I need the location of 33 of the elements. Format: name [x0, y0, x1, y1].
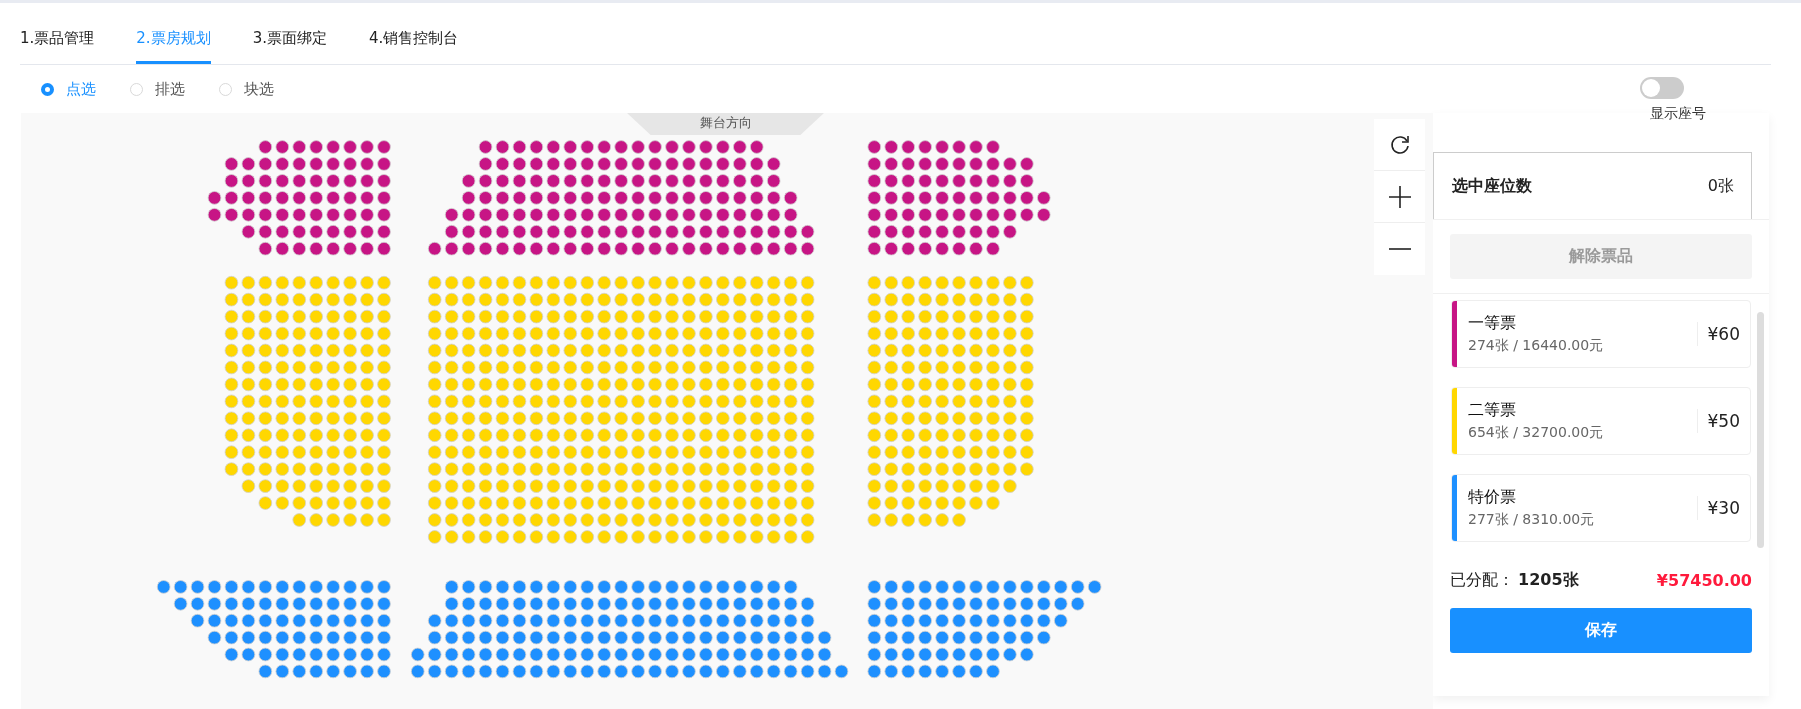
radio-option[interactable]: 块选 — [219, 79, 274, 99]
ticket-name: 特价票 — [1468, 487, 1517, 508]
ticket-card[interactable]: 特价票 277张 / 8310.00元 ¥30 — [1451, 474, 1751, 542]
selection-count: 0张 — [1707, 175, 1734, 197]
radio-label: 排选 — [155, 79, 185, 99]
refresh-icon — [1388, 133, 1411, 156]
ticket-summary: 654张 / 32700.00元 — [1468, 424, 1605, 442]
tab[interactable]: 3.票面绑定 — [252, 29, 327, 65]
ticket-summary: 274张 / 16440.00元 — [1468, 337, 1605, 355]
tab[interactable]: 1.票品管理 — [20, 29, 95, 65]
radio-label: 点选 — [66, 79, 96, 99]
radio-label: 块选 — [244, 79, 274, 99]
toggle-switch[interactable] — [1640, 77, 1684, 100]
allocated-label: 已分配： — [1450, 570, 1514, 589]
stage-label: 舞台方向 — [627, 113, 824, 135]
toggle-label: 显示座号 — [1650, 105, 1706, 124]
ticket-card[interactable]: 二等票 654张 / 32700.00元 ¥50 — [1451, 387, 1751, 455]
scrollbar[interactable] — [1757, 312, 1764, 548]
allocated-total: ¥57450.00 — [1656, 571, 1752, 590]
radio-icon[interactable] — [41, 82, 54, 96]
ticket-card[interactable]: 一等票 274张 / 16440.00元 ¥60 — [1451, 300, 1751, 368]
minus-icon — [1387, 247, 1412, 251]
ticket-price: ¥60 — [1696, 322, 1750, 346]
ticket-name: 二等票 — [1468, 400, 1517, 421]
allocated-count: 1205张 — [1518, 570, 1579, 589]
ticket-name: 一等票 — [1468, 313, 1517, 334]
ticket-price: ¥30 — [1696, 496, 1750, 520]
selection-label: 选中座位数 — [1452, 175, 1532, 197]
radio-option[interactable]: 排选 — [130, 79, 185, 99]
tab[interactable]: 4.销售控制台 — [368, 29, 459, 65]
ticket-summary: 277张 / 8310.00元 — [1468, 511, 1596, 529]
plus-icon — [1387, 184, 1412, 209]
ticket-price: ¥50 — [1696, 409, 1750, 433]
